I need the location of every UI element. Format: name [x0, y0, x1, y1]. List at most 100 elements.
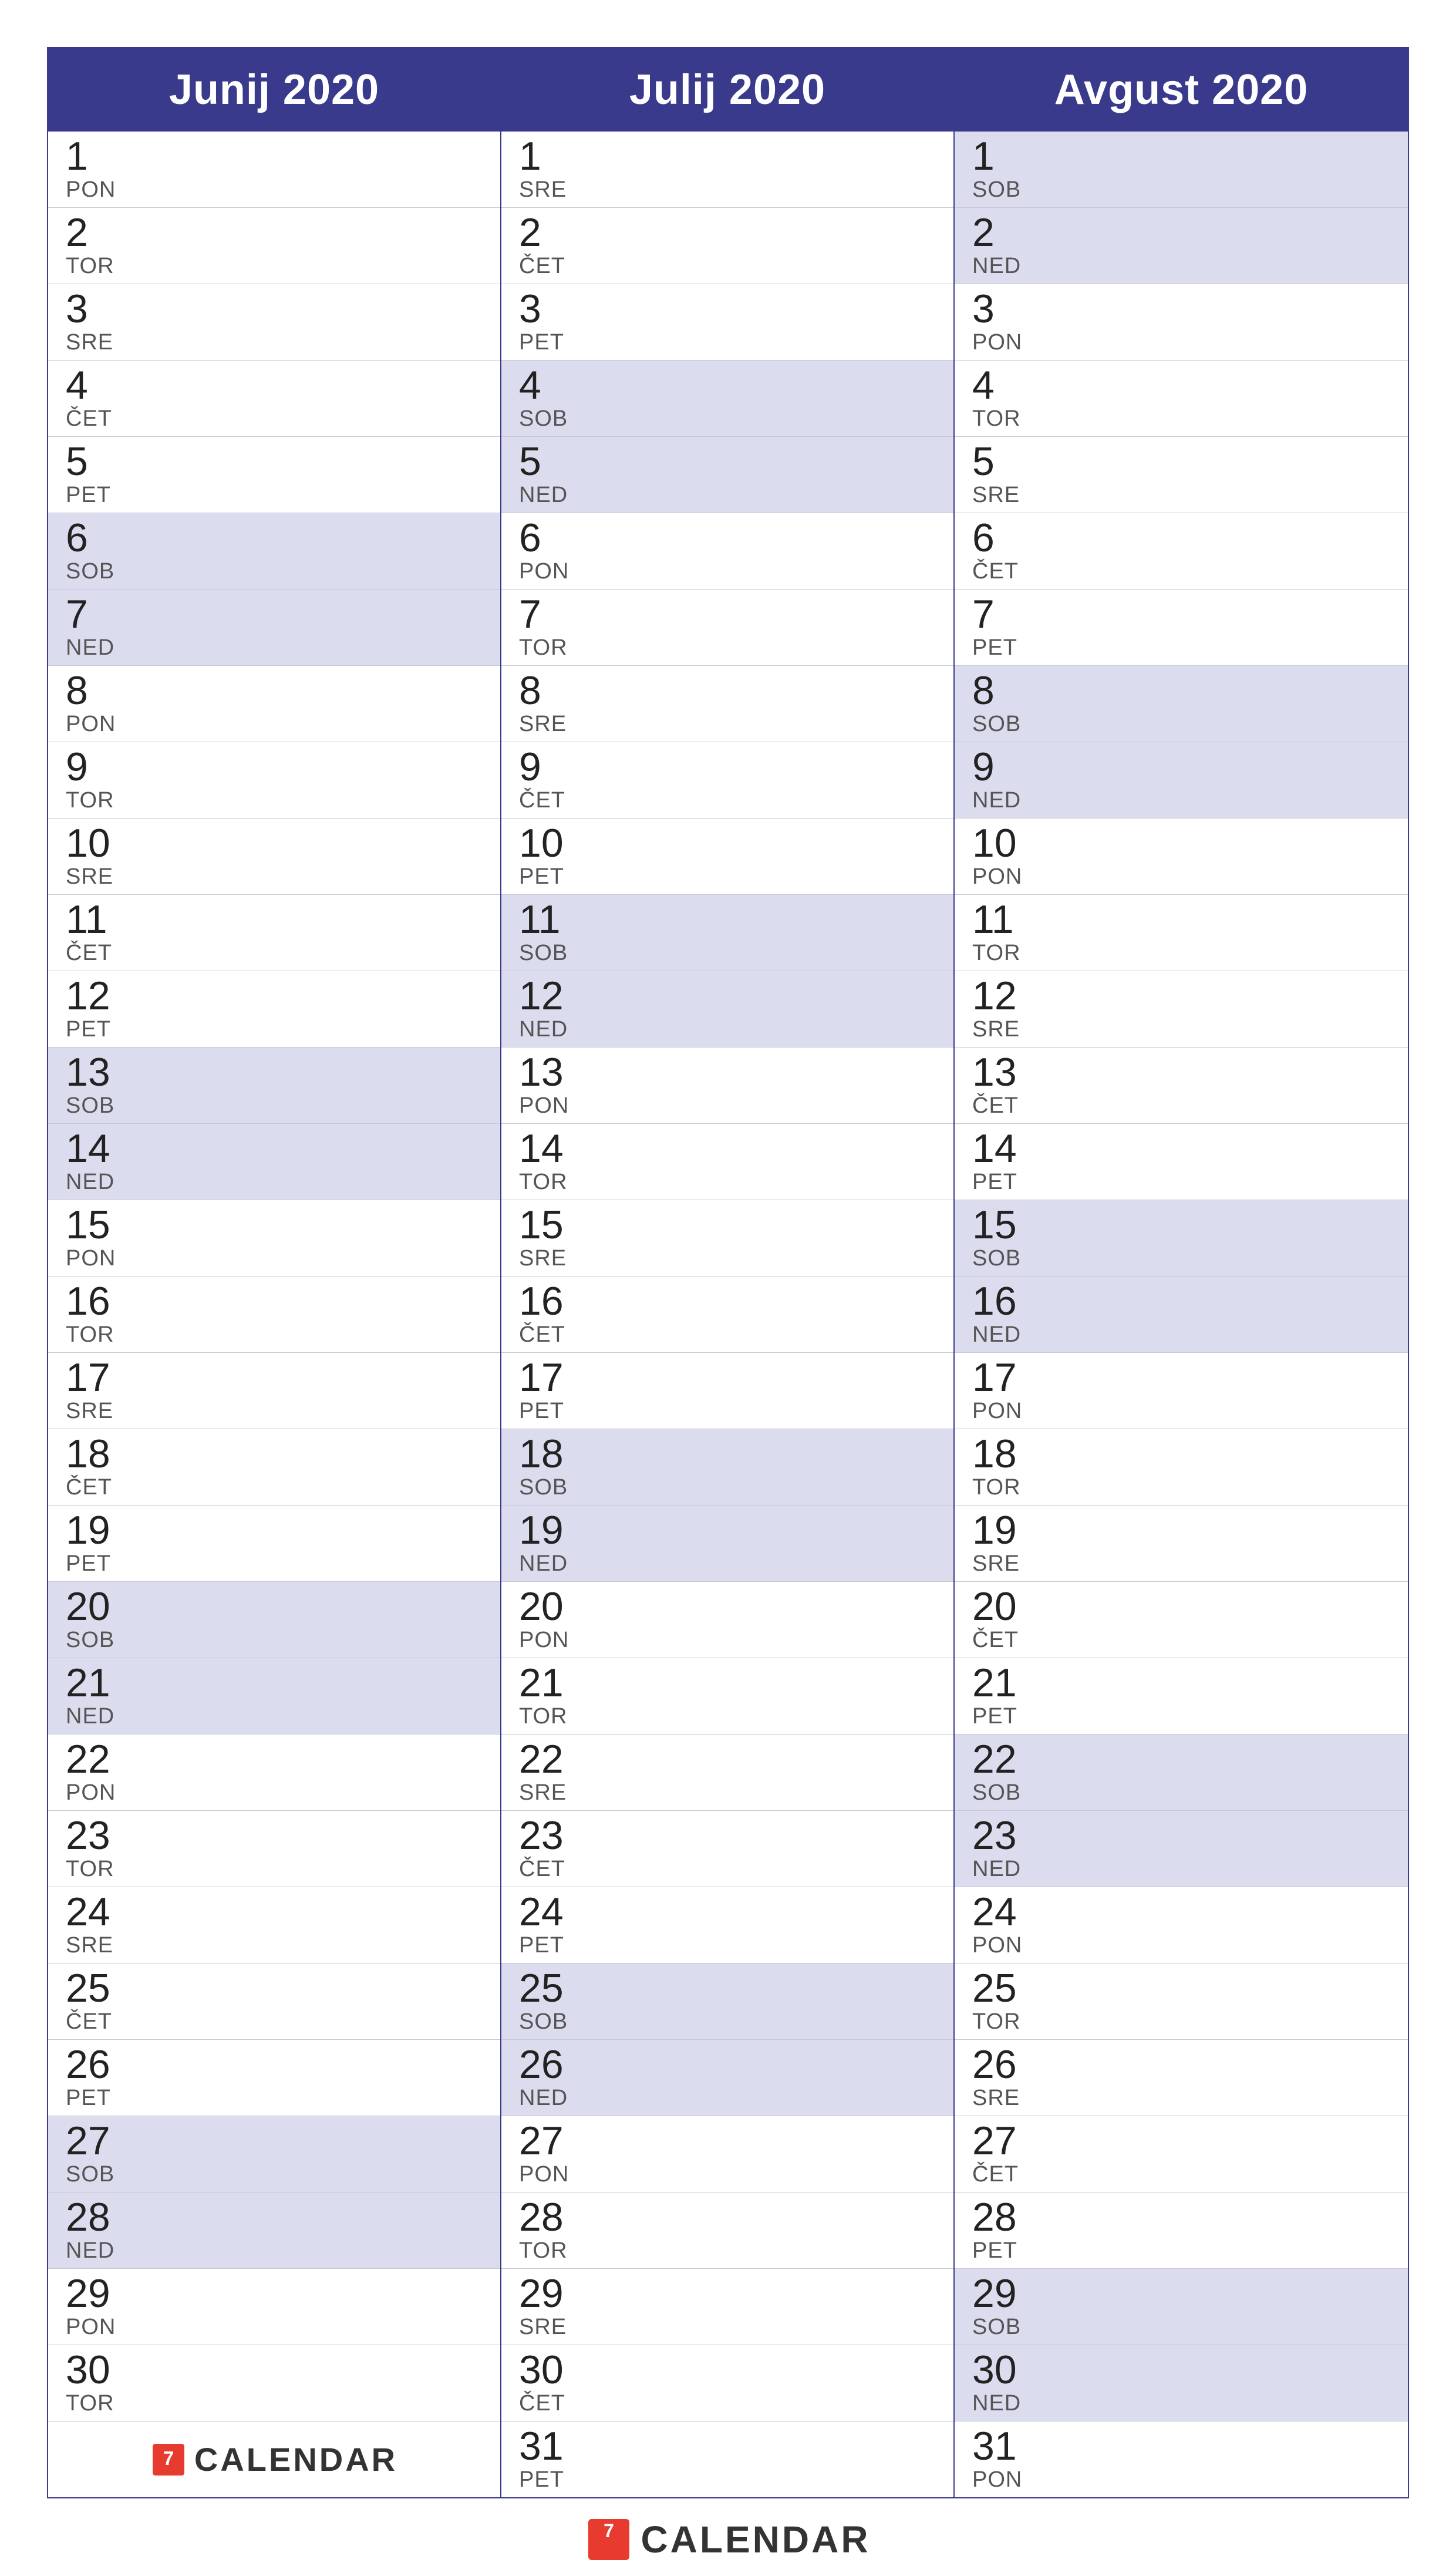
- day-name: PET: [972, 1170, 1390, 1195]
- day-row: 25ČET: [48, 1963, 500, 2040]
- day-num: 26: [519, 2045, 936, 2084]
- day-name: ČET: [972, 559, 1390, 584]
- day-num: 23: [66, 1816, 483, 1855]
- day-row: 9ČET: [501, 742, 953, 819]
- day-name: SRE: [972, 2086, 1390, 2111]
- calendar-logo-icon: 7: [585, 2516, 632, 2563]
- day-row: 27ČET: [955, 2116, 1408, 2192]
- day-name: ČET: [519, 1857, 936, 1882]
- day-row: 16ČET: [501, 1277, 953, 1353]
- day-row: 5PET: [48, 437, 500, 513]
- day-num: 24: [66, 1892, 483, 1932]
- day-num: 16: [519, 1281, 936, 1321]
- day-num: 9: [972, 747, 1390, 787]
- day-name: PON: [519, 559, 936, 584]
- day-row: 27SOB: [48, 2116, 500, 2192]
- day-name: SRE: [66, 1933, 483, 1958]
- day-row: 12PET: [48, 971, 500, 1048]
- day-name: SRE: [972, 1551, 1390, 1577]
- day-num: 26: [972, 2045, 1390, 2084]
- day-num: 28: [66, 2197, 483, 2237]
- day-row: 12SRE: [955, 971, 1408, 1048]
- day-num: 1: [972, 136, 1390, 176]
- day-row: 26NED: [501, 2040, 953, 2116]
- day-num: 7: [972, 594, 1390, 634]
- day-num: 29: [519, 2274, 936, 2313]
- day-row-empty: 7 CALENDAR: [48, 2421, 500, 2497]
- day-name: NED: [66, 1704, 483, 1729]
- day-row: 16NED: [955, 1277, 1408, 1353]
- day-num: 16: [972, 1281, 1390, 1321]
- day-name: PON: [519, 2162, 936, 2187]
- day-row: 29PON: [48, 2269, 500, 2345]
- day-num: 11: [519, 900, 936, 939]
- day-name: PET: [66, 1551, 483, 1577]
- day-row: 23ČET: [501, 1811, 953, 1887]
- day-name: NED: [66, 635, 483, 661]
- day-name: PON: [972, 1933, 1390, 1958]
- day-row: 25SOB: [501, 1963, 953, 2040]
- day-num: 30: [66, 2350, 483, 2390]
- day-row: 14NED: [48, 1124, 500, 1200]
- day-name: PET: [972, 2238, 1390, 2264]
- day-row: 18ČET: [48, 1429, 500, 1506]
- day-num: 19: [519, 1510, 936, 1550]
- day-name: SRE: [972, 483, 1390, 508]
- page: Junij 20201PON2TOR3SRE4ČET5PET6SOB7NED8P…: [0, 0, 1456, 2060]
- day-row: 22PON: [48, 1735, 500, 1811]
- day-name: SOB: [66, 2162, 483, 2187]
- day-row: 15SRE: [501, 1200, 953, 1277]
- day-name: NED: [972, 1857, 1390, 1882]
- day-num: 5: [519, 442, 936, 481]
- day-num: 3: [519, 289, 936, 329]
- day-name: ČET: [66, 406, 483, 432]
- day-num: 27: [519, 2121, 936, 2161]
- day-num: 2: [519, 213, 936, 252]
- day-num: 25: [66, 1968, 483, 2008]
- day-row: 22SRE: [501, 1735, 953, 1811]
- day-name: ČET: [972, 1628, 1390, 1653]
- day-num: 24: [972, 1892, 1390, 1932]
- day-name: SOB: [972, 712, 1390, 737]
- day-row: 2NED: [955, 208, 1408, 284]
- day-num: 28: [519, 2197, 936, 2237]
- month-col-junij: Junij 20201PON2TOR3SRE4ČET5PET6SOB7NED8P…: [48, 48, 501, 2497]
- day-name: SOB: [519, 1475, 936, 1500]
- footer-logo: 7 CALENDAR: [585, 2516, 870, 2563]
- day-num: 16: [66, 1281, 483, 1321]
- day-name: NED: [519, 1551, 936, 1577]
- day-num: 8: [519, 671, 936, 710]
- day-row: 19SRE: [955, 1506, 1408, 1582]
- day-row: 19PET: [48, 1506, 500, 1582]
- day-row: 30TOR: [48, 2345, 500, 2421]
- day-name: NED: [972, 2391, 1390, 2416]
- day-row: 24PON: [955, 1887, 1408, 1963]
- day-num: 17: [519, 1358, 936, 1397]
- day-name: TOR: [972, 1475, 1390, 1500]
- footer-in-col-text: CALENDAR: [194, 2440, 397, 2478]
- day-name: PET: [66, 483, 483, 508]
- svg-text:7: 7: [604, 2520, 615, 2541]
- day-num: 8: [972, 671, 1390, 710]
- day-num: 26: [66, 2045, 483, 2084]
- month-header-avgust: Avgust 2020: [955, 48, 1408, 132]
- day-name: PON: [519, 1093, 936, 1119]
- day-name: SOB: [519, 2009, 936, 2035]
- day-name: ČET: [66, 1475, 483, 1500]
- day-name: TOR: [519, 1170, 936, 1195]
- day-row: 18TOR: [955, 1429, 1408, 1506]
- day-num: 23: [519, 1816, 936, 1855]
- day-name: PON: [66, 1780, 483, 1806]
- day-name: ČET: [519, 1322, 936, 1348]
- day-name: NED: [66, 2238, 483, 2264]
- day-num: 1: [519, 136, 936, 176]
- day-name: PET: [66, 1017, 483, 1042]
- day-row: 2ČET: [501, 208, 953, 284]
- day-row: 24SRE: [48, 1887, 500, 1963]
- day-row: 21PET: [955, 1658, 1408, 1735]
- day-row: 30ČET: [501, 2345, 953, 2421]
- day-num: 24: [519, 1892, 936, 1932]
- day-row: 13PON: [501, 1048, 953, 1124]
- day-name: PON: [972, 1399, 1390, 1424]
- day-num: 13: [972, 1052, 1390, 1092]
